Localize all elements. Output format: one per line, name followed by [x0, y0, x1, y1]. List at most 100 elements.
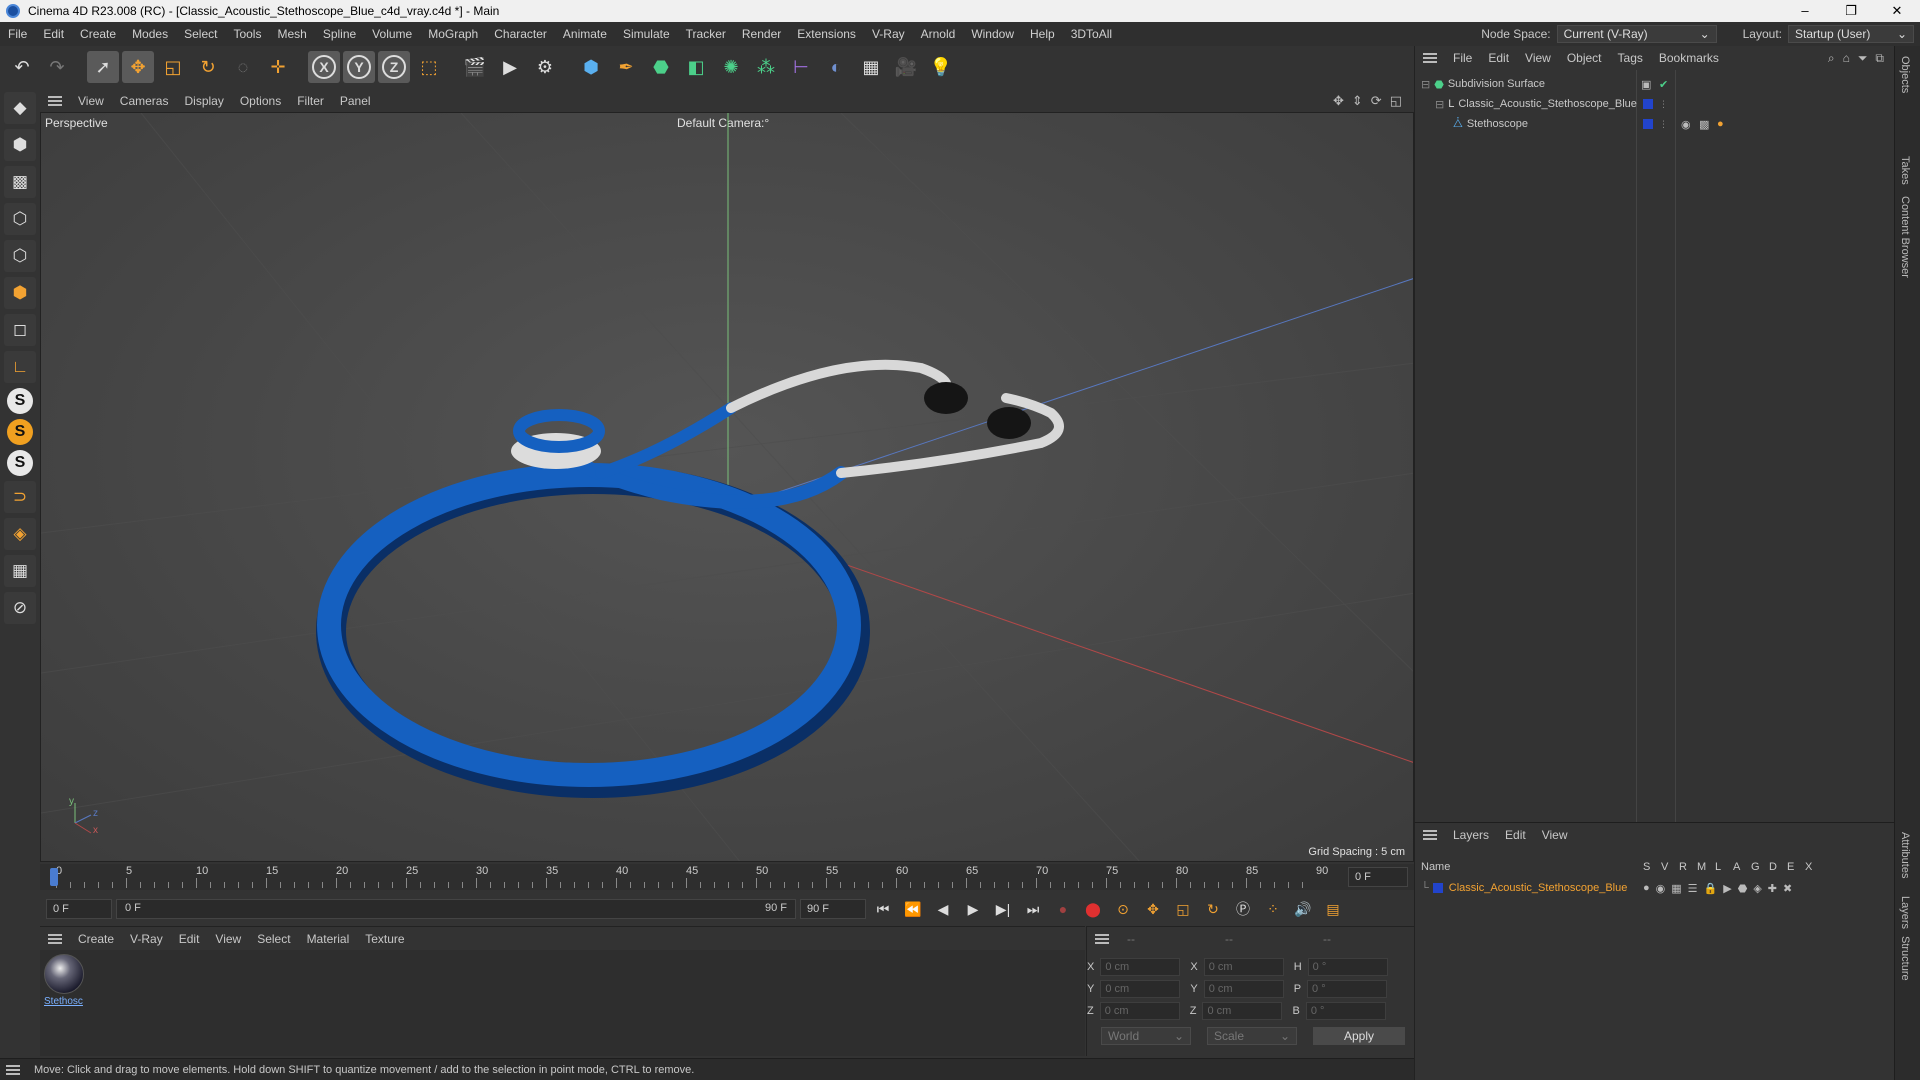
hamburger-icon[interactable]: [1095, 934, 1109, 944]
object-menu-tags[interactable]: Tags: [1610, 51, 1651, 65]
3d-viewport[interactable]: Perspective Default Camera:° Grid Spacin…: [40, 112, 1414, 862]
solo-icon[interactable]: ●: [1643, 882, 1650, 895]
scale-icon[interactable]: ◱: [157, 51, 189, 83]
material-menu-material[interactable]: Material: [299, 932, 358, 946]
go-to-start-icon[interactable]: ⏮: [870, 896, 896, 922]
workplane-icon[interactable]: ◈: [4, 518, 36, 550]
tab-layers[interactable]: Layers: [1899, 896, 1911, 929]
camera-icon[interactable]: 🎥: [890, 51, 922, 83]
menu-tracker[interactable]: Tracker: [678, 27, 734, 41]
expand-icon[interactable]: ⊟: [1421, 78, 1430, 91]
maximize-view-icon[interactable]: ◱: [1390, 93, 1402, 109]
autokey-icon[interactable]: ⊙: [1110, 896, 1136, 922]
search-icon[interactable]: ⌕: [1828, 51, 1835, 66]
layer-color-swatch[interactable]: [1432, 883, 1443, 893]
lasso-icon[interactable]: ◌: [227, 51, 259, 83]
motion-mode-icon[interactable]: 🔊: [1290, 896, 1316, 922]
next-frame-icon[interactable]: ▶|: [990, 896, 1016, 922]
rotate-icon[interactable]: ↻: [192, 51, 224, 83]
end-frame-field[interactable]: 90 F: [800, 899, 866, 919]
coord-mode-dropdown[interactable]: Scale ⌄: [1207, 1027, 1297, 1045]
key-pla-icon[interactable]: ⁘: [1260, 896, 1286, 922]
menu-mograph[interactable]: MoGraph: [420, 27, 486, 41]
rotation-b-field[interactable]: 0 °: [1305, 1002, 1386, 1020]
hamburger-icon[interactable]: [1423, 53, 1437, 63]
menu-window[interactable]: Window: [963, 27, 1022, 41]
extrude-icon[interactable]: ◧: [680, 51, 712, 83]
dolly-view-icon[interactable]: ⇕: [1352, 93, 1363, 109]
visibility-dots-icon[interactable]: ⋮: [1659, 119, 1668, 130]
visible-eye-icon[interactable]: ◉: [1656, 882, 1666, 895]
viewport-menu-display[interactable]: Display: [176, 94, 231, 108]
uv-mode-icon[interactable]: ◻: [4, 314, 36, 346]
deformer-icon[interactable]: ◈: [1753, 882, 1761, 895]
timeline-ruler[interactable]: 0 5 10 15 20 25 30 35 40 45 50 55 60 65 70 75 80 85 90 0 F: [40, 864, 1414, 890]
playhead-handle[interactable]: [50, 868, 58, 886]
render-icon[interactable]: ▦: [1671, 882, 1681, 895]
layer-menu-edit[interactable]: Edit: [1497, 828, 1534, 842]
tab-structure[interactable]: Structure: [1899, 936, 1911, 981]
layer-row[interactable]: └ Classic_Acoustic_Stethoscope_Blue ● ◉ …: [1421, 879, 1891, 897]
manager-icon[interactable]: ☰: [1688, 882, 1698, 895]
record-icon[interactable]: ⬤: [1080, 896, 1106, 922]
generator-icon[interactable]: ⬣: [1738, 882, 1748, 895]
material-menu-edit[interactable]: Edit: [171, 932, 208, 946]
go-to-end-icon[interactable]: ⏭: [1020, 896, 1046, 922]
layout-dropdown[interactable]: Startup (User) ⌄: [1788, 25, 1914, 43]
menu-extensions[interactable]: Extensions: [789, 27, 864, 41]
animation-icon[interactable]: ▶: [1723, 882, 1731, 895]
viewport-menu-options[interactable]: Options: [232, 94, 289, 108]
close-button[interactable]: ✕: [1874, 0, 1920, 22]
rotation-p-field[interactable]: 0 °: [1307, 980, 1388, 998]
field-icon[interactable]: ◐: [820, 51, 852, 83]
tab-content-browser[interactable]: Content Browser: [1899, 196, 1911, 278]
menu-mesh[interactable]: Mesh: [269, 27, 314, 41]
object-menu-file[interactable]: File: [1445, 51, 1480, 65]
snap-s-white-icon[interactable]: S: [7, 450, 33, 476]
select-icon[interactable]: ➚: [87, 51, 119, 83]
menu-create[interactable]: Create: [72, 27, 124, 41]
stethoscope-model[interactable]: [316, 359, 1064, 798]
tab-objects[interactable]: Objects: [1899, 56, 1911, 93]
tab-takes[interactable]: Takes: [1899, 156, 1911, 185]
viewport-menu-cameras[interactable]: Cameras: [112, 94, 177, 108]
key-rotate-icon[interactable]: ↻: [1200, 896, 1226, 922]
material-menu-create[interactable]: Create: [70, 932, 122, 946]
layer-menu-layers[interactable]: Layers: [1445, 828, 1497, 842]
grid-icon[interactable]: ▦: [4, 555, 36, 587]
current-frame-field[interactable]: 0 F: [1348, 867, 1408, 887]
size-z-field[interactable]: 0 cm: [1202, 1002, 1283, 1020]
tab-attributes[interactable]: Attributes: [1899, 832, 1911, 878]
redo-icon[interactable]: ↷: [41, 51, 73, 83]
maximize-button[interactable]: ❐: [1828, 0, 1874, 22]
hamburger-icon[interactable]: [48, 96, 62, 106]
record-off-icon[interactable]: ●: [1050, 896, 1076, 922]
pen-icon[interactable]: ✒: [610, 51, 642, 83]
position-y-field[interactable]: 0 cm: [1100, 980, 1181, 998]
position-x-field[interactable]: 0 cm: [1100, 958, 1181, 976]
x-axis-icon[interactable]: X: [308, 51, 340, 83]
layer-color-swatch[interactable]: [1643, 99, 1653, 109]
floor-icon[interactable]: ▦: [855, 51, 887, 83]
layer-menu-view[interactable]: View: [1534, 828, 1576, 842]
render-settings-icon[interactable]: ⚙: [529, 51, 561, 83]
layer-color-swatch[interactable]: [1643, 119, 1653, 129]
frame-range-slider[interactable]: 0 F 90 F: [116, 899, 796, 919]
object-menu-bookmarks[interactable]: Bookmarks: [1651, 51, 1727, 65]
xref-icon[interactable]: ✖: [1783, 882, 1792, 895]
material-menu-view[interactable]: View: [207, 932, 249, 946]
locked-workplane-icon[interactable]: ⊘: [4, 592, 36, 624]
uvw-tag-icon[interactable]: ▩: [1699, 118, 1709, 131]
key-param-icon[interactable]: Ⓟ: [1230, 896, 1256, 922]
undo-icon[interactable]: ↶: [6, 51, 38, 83]
rotation-h-field[interactable]: 0 °: [1307, 958, 1388, 976]
render-region-icon[interactable]: 🎬: [459, 51, 491, 83]
hamburger-icon[interactable]: [48, 933, 62, 944]
phong-tag-icon[interactable]: ◉: [1681, 118, 1691, 131]
render-view-icon[interactable]: ▶: [494, 51, 526, 83]
key-move-icon[interactable]: ✥: [1140, 896, 1166, 922]
minimize-button[interactable]: –: [1782, 0, 1828, 22]
previous-key-icon[interactable]: ⏪: [900, 896, 926, 922]
menu-animate[interactable]: Animate: [555, 27, 615, 41]
material-swatch[interactable]: Stethosc: [44, 954, 86, 1007]
